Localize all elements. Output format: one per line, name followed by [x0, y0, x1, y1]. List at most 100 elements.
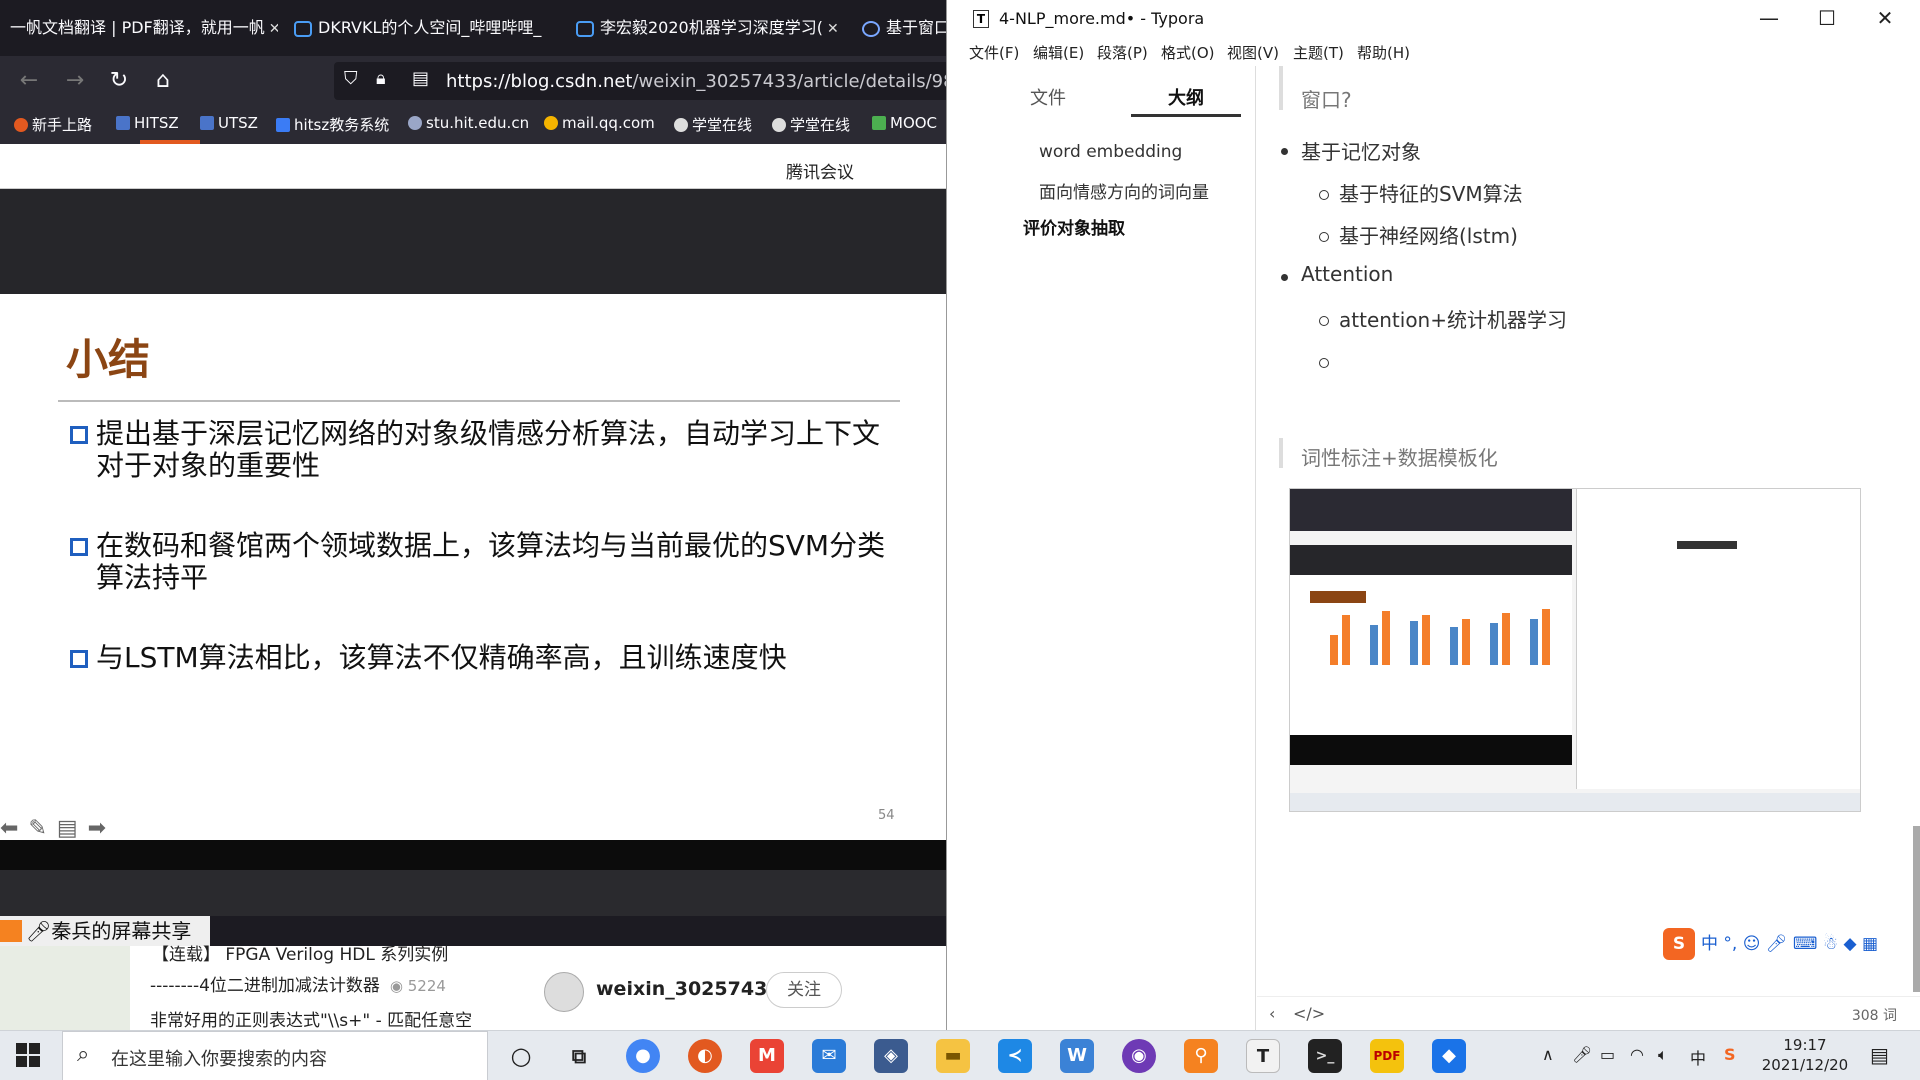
menu-icon[interactable]: ▤: [57, 816, 88, 841]
bookmark-item[interactable]: UTSZ: [200, 114, 258, 132]
terminal-icon[interactable]: >_: [1308, 1039, 1342, 1073]
t-icon: [276, 118, 290, 132]
forward-icon[interactable]: →: [60, 66, 90, 96]
menu-help[interactable]: 帮助(H): [1357, 42, 1410, 63]
clock[interactable]: 19:17 2021/12/20: [1760, 1035, 1850, 1075]
microphone-icon[interactable]: 🎤︎: [1766, 934, 1788, 954]
list-item[interactable]: Attention: [1301, 262, 1393, 286]
keyboard-icon[interactable]: ⌨: [1793, 934, 1818, 954]
reader-icon[interactable]: ▤: [412, 68, 429, 89]
bookmark-item[interactable]: mail.qq.com: [544, 114, 655, 132]
editor[interactable]: 窗口? 基于记忆对象 基于特征的SVM算法 基于神经网络(lstm) Atten…: [1257, 66, 1920, 996]
home-icon[interactable]: ⌂: [148, 66, 178, 96]
address-bar[interactable]: ⛉ 🔒︎ ▤ https://blog.csdn.net/weixin_3025…: [334, 62, 946, 100]
microphone-icon[interactable]: 🎤︎: [1572, 1045, 1592, 1064]
outline-item-active[interactable]: 评价对象抽取: [1023, 214, 1125, 239]
menu-paragraph[interactable]: 段落(P): [1097, 42, 1148, 63]
avatar[interactable]: [544, 972, 584, 1012]
bookmark-item[interactable]: stu.hit.edu.cn: [408, 114, 529, 132]
firefox-icon[interactable]: ◐: [688, 1039, 722, 1073]
menu-format[interactable]: 格式(O): [1161, 42, 1215, 63]
tab-window[interactable]: 基于窗口: [852, 0, 946, 56]
battery-icon[interactable]: ▭: [1600, 1045, 1615, 1064]
wifi-icon[interactable]: ◠: [1630, 1045, 1644, 1064]
lock-icon[interactable]: 🔒︎: [376, 68, 386, 89]
list-item[interactable]: 基于记忆对象: [1301, 136, 1421, 165]
github-icon[interactable]: ◉: [1122, 1039, 1156, 1073]
volume-icon[interactable]: 🔈︎: [1658, 1045, 1668, 1065]
bookmark-item[interactable]: hitsz教务系统: [276, 114, 389, 135]
related-article-link[interactable]: 非常好用的正则表达式"\\s+" - 匹配任意空: [150, 1006, 472, 1030]
windows-start-icon[interactable]: [16, 1043, 40, 1067]
menu-theme[interactable]: 主题(T): [1293, 42, 1344, 63]
next-slide-icon[interactable]: ➡: [88, 816, 116, 841]
slide-controls[interactable]: ⬅✎▤➡: [0, 816, 116, 841]
ime-toolbar[interactable]: S中 °, ☺ 🎤︎ ⌨ ☃ ◆ ▦: [1663, 928, 1920, 962]
sogou-icon[interactable]: S: [1724, 1045, 1736, 1064]
outline-item[interactable]: 面向情感方向的词向量: [1039, 178, 1209, 203]
list-item[interactable]: 基于特征的SVM算法: [1339, 178, 1523, 207]
list-item[interactable]: 基于神经网络(lstm): [1339, 220, 1518, 249]
tencent-meeting-icon[interactable]: ◆: [1432, 1039, 1466, 1073]
maximize-icon[interactable]: ☐: [1807, 6, 1847, 30]
grid-icon[interactable]: ▦: [1862, 934, 1878, 954]
bookmark-item[interactable]: 学堂在线: [674, 114, 752, 135]
related-article-link[interactable]: --------4位二进制加减法计数器 ◉ 5224: [150, 971, 446, 996]
minimize-icon[interactable]: —: [1749, 6, 1789, 30]
close-icon[interactable]: ✕: [269, 21, 278, 37]
shirt-icon[interactable]: ◆: [1843, 934, 1856, 954]
back-icon[interactable]: ←: [14, 66, 44, 96]
everything-search-icon[interactable]: ⚲: [1184, 1039, 1218, 1073]
chart-bar: [1462, 619, 1470, 665]
bookmark-item[interactable]: HITSZ: [116, 114, 179, 132]
sogou-icon[interactable]: S: [1663, 928, 1695, 960]
chevron-left-icon[interactable]: ‹: [1269, 1004, 1275, 1023]
file-explorer-icon[interactable]: ▬: [936, 1039, 970, 1073]
mail-icon[interactable]: ✉: [812, 1039, 846, 1073]
task-view-icon[interactable]: ⧉: [562, 1039, 596, 1073]
reload-icon[interactable]: ↻: [104, 66, 134, 96]
tab-lihongyi[interactable]: 李宏毅2020机器学习深度学习(✕: [566, 0, 852, 56]
blockquote-text[interactable]: 词性标注+数据模板化: [1301, 442, 1498, 471]
close-icon[interactable]: ✕: [1865, 6, 1905, 30]
tab-files[interactable]: 文件: [993, 84, 1103, 110]
gmail-icon[interactable]: M: [750, 1039, 784, 1073]
chrome-icon[interactable]: ●: [626, 1039, 660, 1073]
source-code-icon[interactable]: </>: [1293, 1004, 1325, 1023]
tray-expand-icon[interactable]: ∧: [1542, 1045, 1554, 1064]
related-article-link[interactable]: 【连载】 FPGA Verilog HDL 系列实例: [152, 940, 448, 965]
outline-item[interactable]: word embedding: [1039, 142, 1182, 162]
bookmark-item[interactable]: 新手上路: [14, 114, 92, 135]
pdf-icon[interactable]: PDF: [1370, 1039, 1404, 1073]
bookmark-item[interactable]: MOOC: [872, 114, 937, 132]
follow-button[interactable]: 关注: [766, 972, 842, 1008]
cortana-icon[interactable]: ○: [504, 1039, 538, 1073]
menu-edit[interactable]: 编辑(E): [1033, 42, 1084, 63]
shield-icon[interactable]: ⛉: [344, 68, 358, 89]
menu-file[interactable]: 文件(F): [969, 42, 1019, 63]
prev-slide-icon[interactable]: ⬅: [0, 816, 28, 841]
taskbar-search[interactable]: ⌕ 在这里输入你要搜索的内容: [62, 1031, 488, 1080]
url-text[interactable]: https://blog.csdn.net/weixin_30257433/ar…: [446, 71, 946, 92]
close-icon[interactable]: ✕: [827, 21, 839, 37]
writer-icon[interactable]: W: [1060, 1039, 1094, 1073]
smile-icon[interactable]: ☺: [1743, 934, 1761, 954]
word-count[interactable]: 308 词: [1852, 1005, 1897, 1025]
tab-yifan[interactable]: 一帆文档翻译 | PDF翻译，就用一帆 ✕: [0, 0, 278, 56]
user-icon[interactable]: ☃: [1823, 934, 1838, 954]
list-item[interactable]: attention+统计机器学习: [1339, 304, 1567, 333]
virtualbox-icon[interactable]: ◈: [874, 1039, 908, 1073]
tab-outline[interactable]: 大纲: [1131, 84, 1241, 110]
typora-icon[interactable]: T: [1246, 1039, 1280, 1073]
notification-icon[interactable]: ▤: [1870, 1043, 1889, 1067]
scrollbar[interactable]: [1913, 826, 1920, 992]
embedded-screenshot[interactable]: [1289, 488, 1861, 812]
blockquote-text[interactable]: 窗口?: [1301, 84, 1352, 113]
author-name[interactable]: weixin_30257433: [596, 978, 781, 1000]
tab-bilibili[interactable]: DKRVKL的个人空间_哔哩哔哩_: [284, 0, 566, 56]
pen-icon[interactable]: ✎: [28, 816, 56, 841]
bookmark-item[interactable]: 学堂在线: [772, 114, 850, 135]
menu-view[interactable]: 视图(V): [1227, 42, 1279, 63]
ime-indicator[interactable]: 中: [1690, 1045, 1706, 1069]
vscode-icon[interactable]: ≺: [998, 1039, 1032, 1073]
